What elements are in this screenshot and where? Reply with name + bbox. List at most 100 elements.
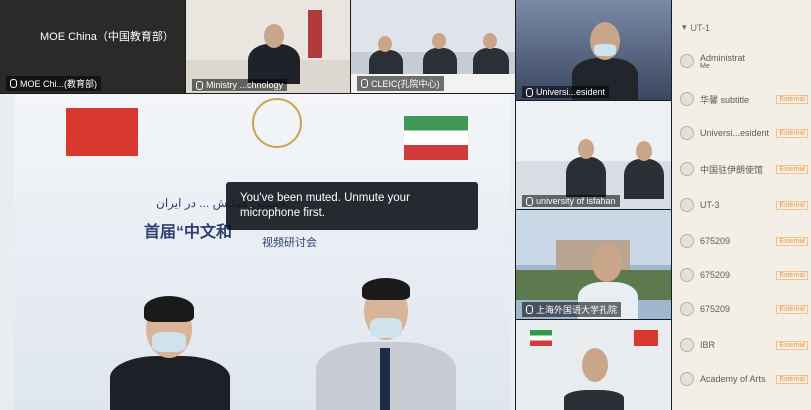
participant-name: 675209: [700, 270, 731, 280]
mic-icon: [196, 80, 203, 90]
emblem: [252, 98, 302, 148]
participant-body: [564, 390, 624, 410]
tile-label: MOE Chi...(教育部): [6, 76, 102, 91]
participant-subtitle: Me: [700, 62, 710, 70]
video-tile-university-president[interactable]: Universi...esident: [516, 0, 671, 100]
participant-body: [248, 44, 300, 84]
participant-row[interactable]: 675209 External: [680, 230, 808, 252]
participant-row[interactable]: UT-3 External: [680, 194, 808, 216]
avatar-icon: [680, 234, 694, 248]
mic-icon: [526, 196, 533, 206]
china-flag: [66, 108, 138, 156]
tile-name-overlay: MOE China（中国教育部）: [40, 31, 174, 43]
avatar-icon: [680, 92, 694, 106]
banner-chinese: 首届“中文和: [144, 224, 233, 241]
participant-name-group: 675209: [700, 270, 730, 280]
avatar-icon: [680, 302, 694, 316]
muted-notification: You've been muted. Unmute your microphon…: [226, 182, 478, 230]
participants-panel: ▾ UT-1 Administrat Me 华馨 subtitle External Un…: [672, 0, 811, 410]
participant-row[interactable]: Universi...esident External: [680, 122, 808, 144]
external-badge: External: [776, 270, 808, 280]
participant-body: [624, 159, 664, 199]
iran-flag: [530, 330, 552, 346]
participant-row[interactable]: IBR External: [680, 334, 808, 356]
participant-name: 675209: [700, 236, 731, 246]
video-tile-cleic[interactable]: CLEIC(孔院中心): [351, 0, 515, 93]
participant-head: [636, 141, 652, 161]
china-flag: [634, 330, 658, 346]
video-tile-ministry[interactable]: Ministry ...chnology: [186, 0, 350, 93]
participant-name-group: IBR: [700, 340, 715, 350]
banner-chinese-sub: 视频研讨会: [262, 237, 317, 249]
external-badge: External: [776, 200, 808, 210]
speaker-left-hair: [144, 296, 194, 322]
participant-head: [264, 24, 284, 48]
video-tile-participant-flags[interactable]: [516, 320, 671, 410]
participant-name-group: Academy of Arts: [700, 374, 766, 384]
tile-label: Ministry ...chnology: [192, 79, 288, 91]
avatar-icon: [680, 268, 694, 282]
avatar-icon: [680, 54, 694, 68]
face-mask: [370, 318, 402, 338]
avatar-icon: [680, 126, 694, 140]
tile-label-text: Universi...esident: [536, 87, 606, 97]
avatar-icon: [680, 372, 694, 386]
video-tile-university-isfahan[interactable]: university of isfahan: [516, 101, 671, 209]
participant-head: [483, 33, 497, 49]
external-badge: External: [776, 94, 808, 104]
tile-label: CLEIC(孔院中心): [357, 76, 444, 91]
external-badge: External: [776, 236, 808, 246]
participant-head: [592, 244, 622, 282]
participants-header-text: UT-1: [690, 22, 711, 33]
external-badge: External: [776, 164, 808, 174]
participant-row[interactable]: 675209 External: [680, 298, 808, 320]
mic-icon: [10, 79, 17, 88]
participant-name: Universi...esident: [700, 128, 770, 138]
participant-name-group: Universi...esident: [700, 128, 769, 138]
participant-name: Academy of Arts: [700, 374, 766, 384]
participant-row[interactable]: 中国驻伊朗使馆 External: [680, 158, 808, 180]
mic-icon: [361, 79, 368, 88]
video-tile-shanghai[interactable]: 上海外国语大学孔院: [516, 210, 671, 319]
speaker-right-tie: [380, 348, 390, 410]
main-stage-video[interactable]: نخستین همایش ... در ایران 首届“中文和 视频研讨会: [0, 94, 515, 410]
tile-label: university of isfahan: [522, 195, 620, 207]
chevron-down-icon[interactable]: ▾: [682, 22, 687, 33]
participant-name-group: UT-3: [700, 200, 720, 210]
mic-icon: [526, 87, 533, 97]
participant-name: 华馨 subtitle: [700, 94, 750, 105]
participant-name-group: Administrat Me: [700, 53, 745, 70]
participants-header: ▾ UT-1: [682, 22, 710, 33]
participant-row[interactable]: 675209 External: [680, 264, 808, 286]
participant-row[interactable]: 华馨 subtitle External: [680, 88, 808, 110]
participant-name-group: 675209: [700, 304, 730, 314]
participant-name: UT-3: [700, 200, 720, 210]
participant-head: [582, 348, 608, 382]
participant-body: [566, 157, 606, 197]
participant-row[interactable]: Academy of Arts External: [680, 368, 808, 390]
participant-row[interactable]: Administrat Me: [680, 50, 808, 72]
muted-notification-text: You've been muted. Unmute your microphon…: [240, 192, 410, 219]
participant-name: 675209: [700, 304, 731, 314]
tile-label-text: MOE Chi...(教育部): [20, 79, 98, 89]
participant-name: IBR: [700, 340, 716, 350]
external-badge: External: [776, 374, 808, 384]
speaker-right-hair: [362, 278, 410, 300]
video-tile-moe-china[interactable]: MOE China（中国教育部） MOE Chi...(教育部): [0, 0, 185, 93]
participant-name-group: 华馨 subtitle: [700, 93, 749, 106]
avatar-icon: [680, 198, 694, 212]
avatar-icon: [680, 338, 694, 352]
participant-name: 中国驻伊朗使馆: [700, 164, 764, 175]
external-badge: External: [776, 340, 808, 350]
face-mask: [594, 44, 616, 56]
tile-label-text: 上海外国语大学孔院: [536, 305, 618, 315]
mic-icon: [526, 305, 533, 314]
participant-name: Administrat: [700, 52, 746, 63]
participant-name-group: 675209: [700, 236, 730, 246]
participant-head: [578, 139, 594, 159]
external-badge: External: [776, 304, 808, 314]
participant-head: [432, 33, 446, 49]
flag: [308, 10, 322, 58]
participant-head: [378, 36, 392, 52]
face-mask: [152, 332, 186, 352]
